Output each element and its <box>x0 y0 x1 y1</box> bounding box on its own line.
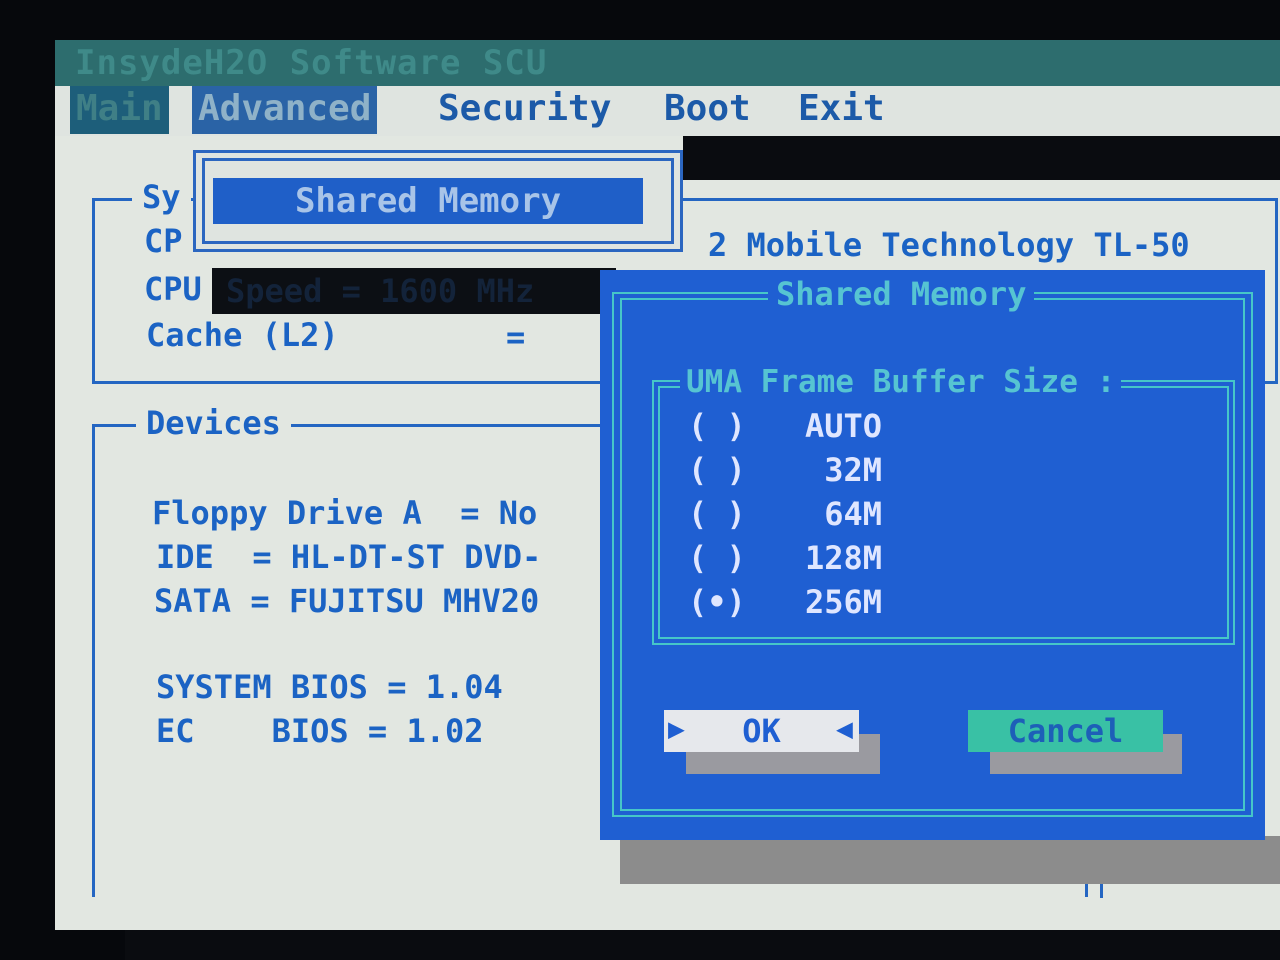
menu-exit[interactable]: Exit <box>792 86 891 134</box>
cache-label: Cache (L2) <box>146 316 339 354</box>
menu-boot[interactable]: Boot <box>658 86 757 134</box>
cpu-speed-value: Speed = 1600 MHz <box>212 268 616 314</box>
devices-legend: Devices <box>136 404 291 442</box>
app-title: InsydeH2O Software SCU <box>55 40 1280 86</box>
radio-64m[interactable]: ( ) <box>688 494 746 534</box>
dropdown-item-shared-memory[interactable]: Shared Memory <box>213 178 643 224</box>
radio-256m[interactable]: (•) <box>688 582 746 622</box>
floppy-row: Floppy Drive A = No <box>152 494 538 532</box>
menu-advanced[interactable]: Advanced <box>192 86 378 134</box>
radio-128m[interactable]: ( ) <box>688 538 746 578</box>
ok-arrow-left-icon: ◀ <box>836 712 853 745</box>
option-256m-label[interactable]: 256M <box>776 582 882 622</box>
radio-auto[interactable]: ( ) <box>688 406 746 446</box>
radio-32m[interactable]: ( ) <box>688 450 746 490</box>
system-legend: Sy <box>132 178 191 216</box>
ec-bios-row: EC BIOS = 1.02 <box>156 712 484 750</box>
ide-row: IDE = HL-DT-ST DVD- <box>156 538 542 576</box>
cpu-type-value: 2 Mobile Technology TL-50 <box>708 226 1190 264</box>
menu-security[interactable]: Security <box>432 86 617 134</box>
system-bios-row: SYSTEM BIOS = 1.04 <box>156 668 503 706</box>
dialog-shadow <box>620 836 1280 884</box>
uma-group-title: UMA Frame Buffer Size : <box>680 362 1122 402</box>
cache-equals: = <box>506 318 526 356</box>
option-64m-label[interactable]: 64M <box>776 494 882 534</box>
option-auto-label[interactable]: AUTO <box>776 406 882 446</box>
ok-button[interactable]: OK <box>664 710 859 752</box>
cpu-speed-label: CPU <box>144 270 202 308</box>
menu-main[interactable]: Main <box>70 86 169 134</box>
bottom-bezel <box>125 930 1280 960</box>
cpu-type-label: CP <box>144 222 183 260</box>
option-128m-label[interactable]: 128M <box>776 538 882 578</box>
cancel-button[interactable]: Cancel <box>968 710 1163 752</box>
option-32m-label[interactable]: 32M <box>776 450 882 490</box>
sata-row: SATA = FUJITSU MHV20 <box>154 582 540 620</box>
ok-arrow-right-icon: ▶ <box>668 712 685 745</box>
dialog-title: Shared Memory <box>768 272 1035 316</box>
dark-strip <box>683 136 1280 180</box>
